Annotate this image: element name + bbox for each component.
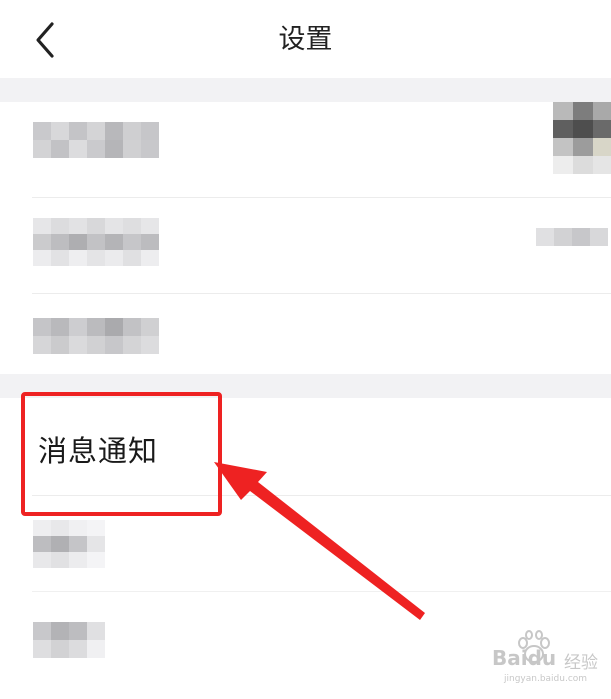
page-title: 设置 [278, 24, 333, 55]
settings-row-blurred-2[interactable] [0, 198, 611, 294]
annotation-highlight-box [21, 392, 222, 516]
blurred-text [33, 218, 159, 266]
watermark-url: jingyan.baidu.com [504, 674, 588, 684]
section-gap [0, 78, 611, 102]
blurred-text [33, 520, 105, 568]
blurred-value [536, 228, 608, 246]
blurred-text [33, 318, 159, 354]
watermark-cn: 经验 [564, 653, 598, 673]
settings-row-blurred-1[interactable] [0, 102, 611, 198]
baidu-watermark: Baidu 经验 jingyan.baidu.com [492, 630, 602, 690]
blurred-text [33, 622, 105, 658]
blurred-avatar [553, 102, 611, 174]
blurred-text [33, 122, 159, 158]
settings-row-blurred-3[interactable] [0, 294, 611, 374]
nav-header: 设置 [0, 0, 611, 78]
watermark-brand: Baidu [492, 646, 557, 670]
